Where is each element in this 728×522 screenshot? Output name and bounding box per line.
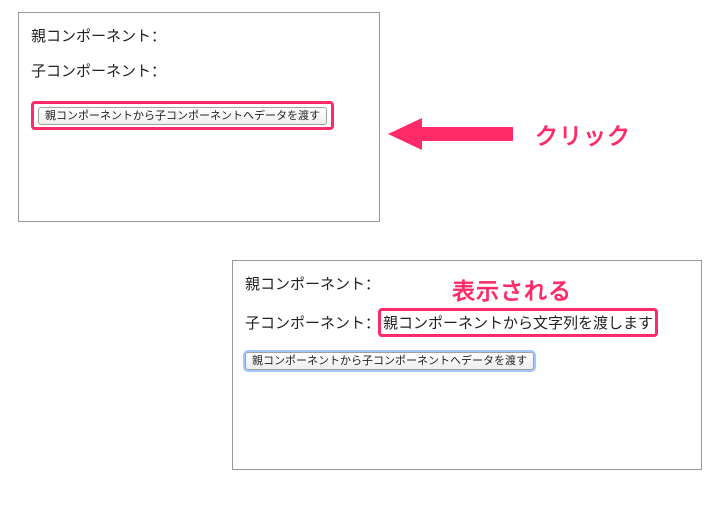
before-state-panel: 親コンポーネント： 子コンポーネント： 親コンポーネントから子コンポーネントへデ… [18, 12, 380, 222]
child-component-line: 子コンポーネント：親コンポーネントから文字列を渡します [245, 308, 689, 337]
panel-content: 親コンポーネント： 子コンポーネント： 親コンポーネントから子コンポーネントへデ… [19, 13, 379, 142]
pass-data-button[interactable]: 親コンポーネントから子コンポーネントへデータを渡す [245, 352, 534, 370]
button-highlight: 親コンポーネントから子コンポーネントへデータを渡す [31, 101, 334, 130]
child-label: 子コンポーネント： [245, 315, 380, 332]
arrow-icon [388, 114, 518, 159]
child-component-line: 子コンポーネント： [31, 60, 367, 81]
parent-label: 親コンポーネント： [31, 28, 166, 45]
pass-data-button[interactable]: 親コンポーネントから子コンポーネントへデータを渡す [38, 107, 327, 125]
parent-label: 親コンポーネント： [245, 276, 380, 293]
parent-component-line: 親コンポーネント： [31, 25, 367, 46]
child-value: 親コンポーネントから文字列を渡します [383, 315, 653, 332]
child-value-highlight: 親コンポーネントから文字列を渡します [378, 308, 658, 337]
child-label: 子コンポーネント： [31, 63, 166, 80]
click-annotation: クリック [535, 117, 631, 151]
shown-annotation: 表示される [452, 272, 572, 306]
